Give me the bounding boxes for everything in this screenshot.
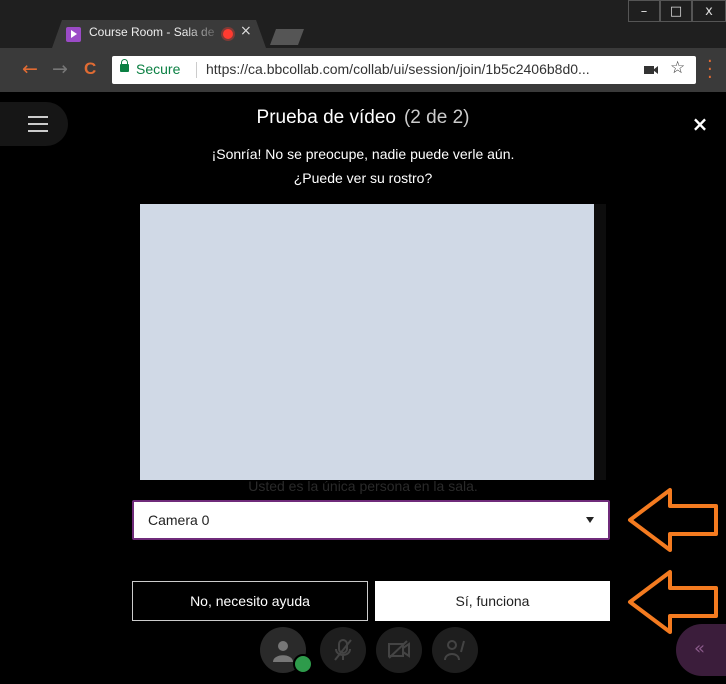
tab-close-icon[interactable]: × [240,23,252,39]
dialog-subtitle-line2: ¿Puede ver su rostro? [293,170,433,186]
dialog-title: Prueba de vídeo (2 de 2) [0,107,726,129]
status-check-icon [293,654,313,674]
recording-indicator-icon [223,29,233,39]
maximize-button[interactable]: □ [660,0,692,22]
microphone-button[interactable] [320,627,366,673]
browser-menu-icon[interactable]: · · · [707,53,713,87]
close-icon[interactable]: × [688,112,712,136]
raise-hand-button[interactable] [432,627,478,673]
tab-title: Course Room - Sala de [89,25,215,39]
minimize-button[interactable]: – [628,0,660,22]
camera-button[interactable] [376,627,422,673]
dialog-step: (2 de 2) [403,107,470,128]
camera-permission-icon[interactable] [644,66,658,74]
camera-select[interactable]: Camera 0 [132,500,610,540]
security-label: Secure [136,61,181,77]
back-button[interactable]: ← [22,58,38,80]
annotation-arrow-icon [628,488,718,552]
reload-button[interactable]: C [84,58,96,80]
browser-titlebar: Course Room - Sala de × – □ x [0,0,726,48]
bookmark-star-icon[interactable]: ☆ [670,58,685,78]
collapse-icon: « [694,638,706,659]
dialog-title-text: Prueba de vídeo [256,107,396,128]
window-close-button[interactable]: x [692,0,726,22]
browser-toolbar: ← → C Secure https://ca.bbcollab.com/col… [0,48,726,92]
url-text[interactable]: https://ca.bbcollab.com/collab/ui/sessio… [206,61,636,77]
mic-off-icon [334,639,352,661]
collaborate-favicon-icon [66,27,81,42]
lock-icon [120,59,129,72]
menu-icon-bar [28,130,48,132]
new-tab-button[interactable] [270,29,304,45]
avatar-icon [273,641,293,662]
address-separator [196,62,197,78]
dialog-subtitle-line1: ¡Sonría! No se preocupe, nadie puede ver… [211,146,515,162]
room-status-text: Usted es la única persona en la sala. [248,478,478,494]
address-bar[interactable]: Secure https://ca.bbcollab.com/collab/ui… [112,56,696,84]
yes-works-button[interactable]: Sí, funciona [375,581,610,621]
forward-button[interactable]: → [52,58,68,80]
camera-off-icon [388,640,410,659]
browser-tab[interactable]: Course Room - Sala de × [52,20,266,48]
collaborate-panel-toggle[interactable]: « [676,624,726,676]
no-help-button[interactable]: No, necesito ayuda [132,581,368,621]
chevron-down-icon [586,517,594,523]
raise-hand-icon [444,640,465,661]
camera-select-value: Camera 0 [148,512,210,528]
video-preview [140,204,594,480]
